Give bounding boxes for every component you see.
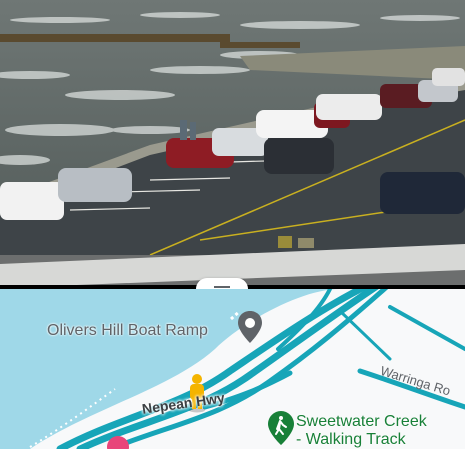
- poi-pin-icon[interactable]: [106, 435, 130, 449]
- street-camera-photo: [0, 0, 465, 288]
- walking-track-label-line2: - Walking Track: [296, 431, 406, 448]
- walking-track-label[interactable]: Sweetwater Creek - Walking Track: [296, 413, 427, 449]
- walking-track-label-line1: Sweetwater Creek: [296, 413, 427, 430]
- walking-track-pin-icon[interactable]: [268, 411, 294, 445]
- camera-view-image: [0, 0, 465, 288]
- map-view[interactable]: Olivers Hill Boat Ramp Warringa Ro Nepea…: [0, 289, 465, 449]
- boat-ramp-label[interactable]: Olivers Hill Boat Ramp: [47, 322, 208, 340]
- boat-ramp-pin-icon[interactable]: [238, 311, 262, 343]
